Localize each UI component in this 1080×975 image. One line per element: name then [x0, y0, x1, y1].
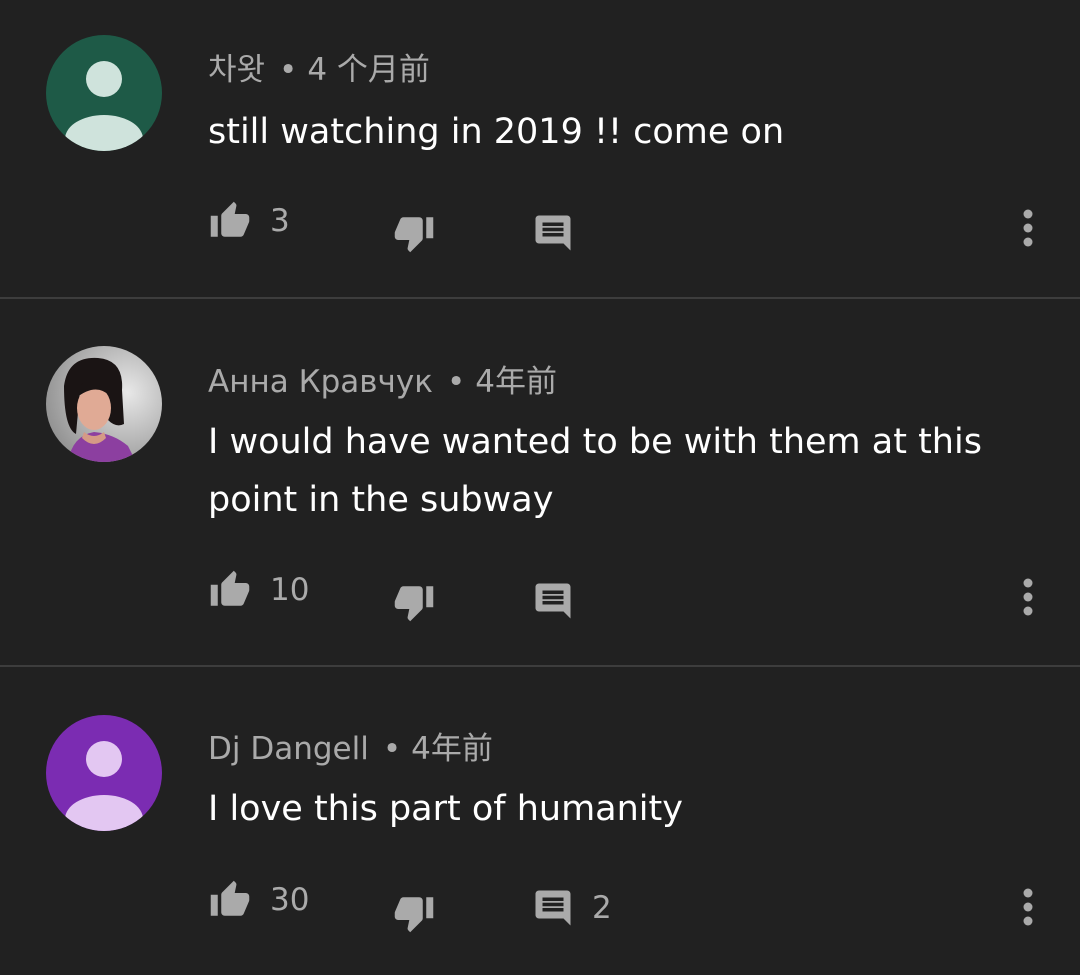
thumb-down-icon — [394, 897, 434, 933]
author-name[interactable]: Анна Кравчук — [208, 364, 433, 400]
comment-item: 차왓 • 4 个月前 still watching in 2019 !! come … — [0, 0, 1080, 298]
separator-dot: • — [382, 731, 402, 767]
more-vertical-icon — [1023, 578, 1033, 616]
comment-item: Анна Кравчук • 4年前 I would have wanted to … — [0, 299, 1080, 666]
dislike-button[interactable] — [392, 212, 436, 254]
timestamp: 4 个月前 — [307, 52, 430, 88]
like-count: 3 — [270, 203, 290, 239]
more-options-button[interactable] — [1015, 885, 1041, 929]
comment-icon — [535, 890, 571, 926]
thumb-down-icon — [394, 217, 434, 253]
author-name[interactable]: 차왓 — [208, 52, 265, 88]
comment-text: still watching in 2019 !! come on — [208, 112, 785, 152]
reply-button[interactable] — [532, 212, 592, 254]
timestamp: 4年前 — [475, 364, 557, 400]
comment-item: Dj Dangell • 4年前 I love this part of human… — [0, 667, 1080, 975]
more-options-button[interactable] — [1015, 206, 1041, 250]
separator-dot: • — [279, 52, 298, 88]
comment-meta: Dj Dangell • 4年前 — [208, 723, 493, 768]
reply-button[interactable] — [532, 580, 592, 622]
dislike-button[interactable] — [392, 892, 436, 934]
timestamp: 4年前 — [411, 731, 493, 767]
thumb-up-icon — [210, 570, 250, 606]
separator-dot: • — [446, 364, 466, 400]
like-button[interactable]: 10 — [208, 569, 309, 611]
like-count: 10 — [270, 572, 310, 608]
more-vertical-icon — [1023, 888, 1033, 926]
author-name[interactable]: Dj Dangell — [208, 731, 369, 767]
comment-text: I would have wanted to be with them at t… — [208, 422, 982, 520]
thumb-down-icon — [394, 586, 434, 622]
thumb-up-icon — [210, 201, 250, 237]
like-button[interactable]: 3 — [208, 200, 290, 242]
thumb-up-icon — [210, 880, 250, 916]
more-vertical-icon — [1023, 209, 1033, 247]
reply-count: 2 — [592, 890, 612, 926]
reply-button[interactable]: 2 — [532, 887, 612, 929]
comment-icon — [535, 583, 571, 619]
avatar[interactable] — [46, 715, 162, 831]
like-count: 30 — [270, 882, 310, 918]
comment-meta: 차왓 • 4 个月前 — [208, 44, 430, 89]
more-options-button[interactable] — [1015, 575, 1041, 619]
avatar[interactable] — [46, 35, 162, 151]
avatar[interactable] — [46, 346, 162, 462]
like-button[interactable]: 30 — [208, 879, 309, 921]
comment-text: I love this part of humanity — [208, 789, 683, 829]
comment-meta: Анна Кравчук • 4年前 — [208, 356, 557, 401]
comment-icon — [535, 215, 571, 251]
dislike-button[interactable] — [392, 581, 436, 623]
